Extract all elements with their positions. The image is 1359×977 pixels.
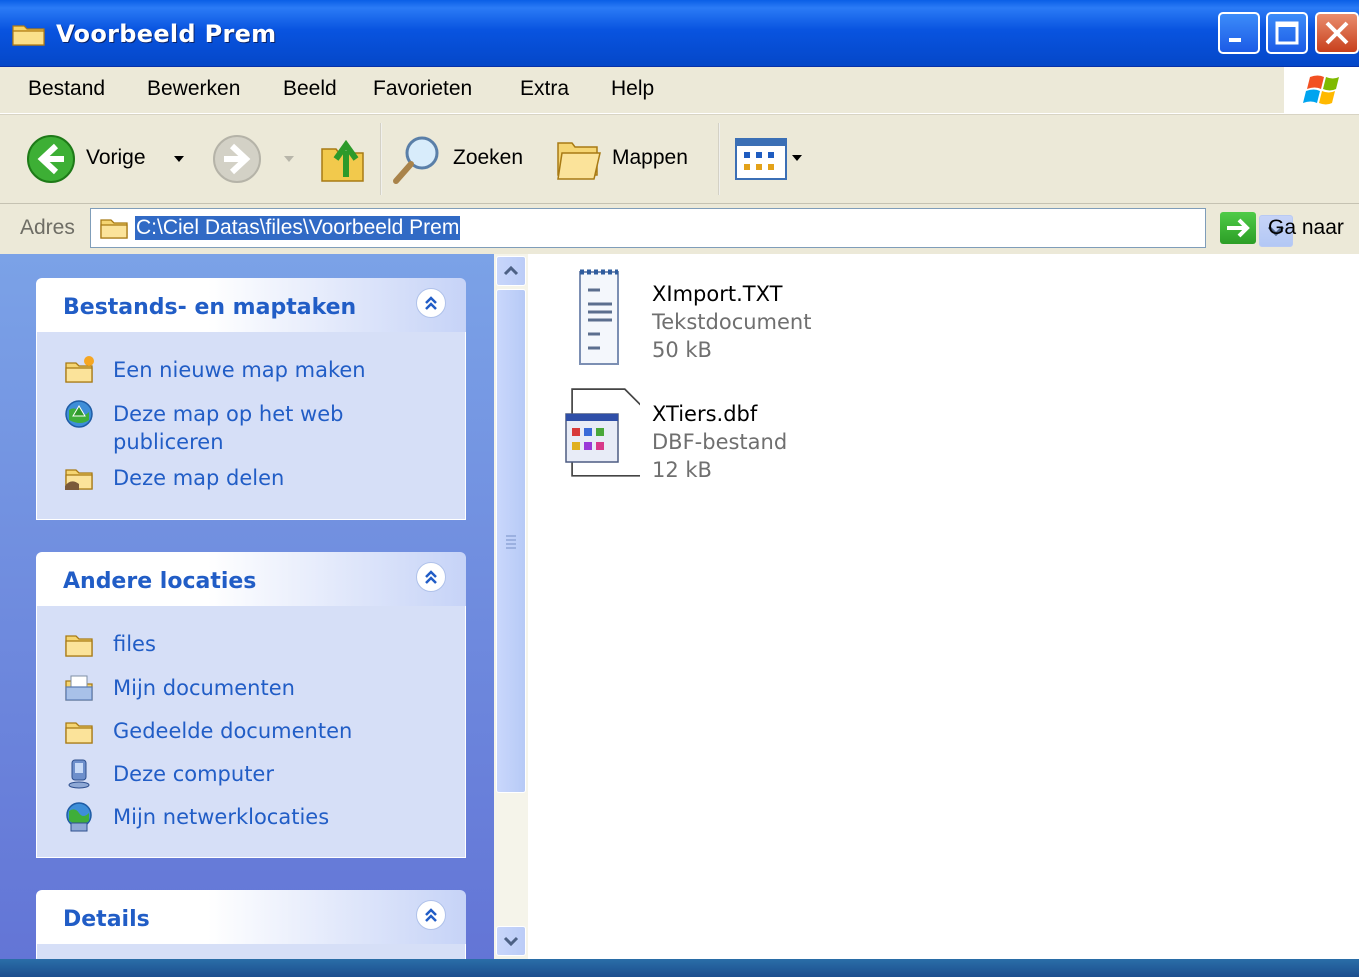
address-label: Adres <box>20 216 75 239</box>
menu-extra[interactable]: Extra <box>520 77 569 101</box>
vertical-scrollbar[interactable] <box>494 254 528 959</box>
close-button[interactable] <box>1315 12 1359 54</box>
folders-icon <box>557 142 601 180</box>
task-pane: Bestands- en maptaken Een nieuwe map mak… <box>0 254 494 959</box>
computer-icon <box>68 759 90 789</box>
maximize-button[interactable] <box>1266 12 1308 54</box>
folder-icon <box>65 722 93 744</box>
menu-beeld[interactable]: Beeld <box>283 77 337 101</box>
forward-button[interactable] <box>212 134 302 184</box>
window-title: Voorbeeld Prem <box>56 20 277 48</box>
back-button[interactable]: Vorige <box>26 134 196 184</box>
double-chevron-up-icon <box>425 908 437 922</box>
panel-title: Details <box>63 907 150 932</box>
forward-arrow-icon <box>213 135 261 183</box>
panel-header[interactable]: Andere locaties <box>36 552 466 606</box>
network-icon <box>66 802 92 832</box>
collapse-button[interactable] <box>416 900 446 930</box>
minimize-button[interactable] <box>1218 12 1260 54</box>
file-name: XImport.TXT <box>652 282 783 306</box>
toolbar-separator <box>718 123 720 195</box>
go-label: Ga naar <box>1268 216 1344 239</box>
other-places-panel: Andere locaties files Mijn documenten Ge… <box>36 552 466 858</box>
search-icon <box>393 136 439 184</box>
scroll-thumb[interactable] <box>496 289 526 793</box>
panel-body: files Mijn documenten Gedeelde documente… <box>36 606 466 858</box>
title-bar[interactable]: Voorbeeld Prem <box>0 0 1359 67</box>
details-panel: Details <box>36 890 466 959</box>
views-icon <box>735 138 802 180</box>
file-size: 12 kB <box>652 458 712 482</box>
panel-title: Andere locaties <box>63 569 257 594</box>
file-view[interactable]: XImport.TXT Tekstdocument 50 kB XTiers.d… <box>528 254 1359 959</box>
chevron-down-icon <box>174 156 184 162</box>
double-chevron-up-icon <box>425 296 437 310</box>
scroll-down-button[interactable] <box>496 926 526 956</box>
new-folder-icon <box>65 356 94 383</box>
folders-label: Mappen <box>612 146 688 169</box>
panel-header[interactable]: Bestands- en maptaken <box>36 278 466 332</box>
toolbar-separator <box>380 123 382 195</box>
windows-logo-icon <box>1284 67 1359 113</box>
desktop-taskbar-strip <box>0 959 1359 977</box>
collapse-button[interactable] <box>416 562 446 592</box>
back-arrow-icon <box>27 135 75 183</box>
double-chevron-up-icon <box>425 570 437 584</box>
folder-icon <box>100 219 128 239</box>
search-button[interactable]: Zoeken <box>390 133 540 185</box>
file-name: XTiers.dbf <box>652 402 758 426</box>
search-label: Zoeken <box>453 146 524 169</box>
back-label: Vorige <box>86 146 146 169</box>
go-button[interactable]: Ga naar <box>1218 210 1359 250</box>
panel-header[interactable]: Details <box>36 890 466 944</box>
file-type: DBF-bestand <box>652 430 788 454</box>
panel-title: Bestands- en maptaken <box>63 295 357 320</box>
go-arrow-icon <box>1220 212 1256 244</box>
chevron-up-icon <box>503 265 519 276</box>
folder-icon <box>65 635 93 657</box>
file-item[interactable]: XImport.TXT Tekstdocument 50 kB <box>550 264 950 374</box>
maximize-icon <box>1275 21 1299 45</box>
toolbar: Vorige Zoeken Mappen <box>0 114 1359 204</box>
folders-button[interactable]: Mappen <box>554 133 704 185</box>
address-bar: Adres C:\Ciel Datas\files\Voorbeeld Prem… <box>0 203 1359 254</box>
panel-body <box>36 944 466 959</box>
chevron-down-icon <box>284 156 294 162</box>
minimize-icon <box>1229 38 1241 42</box>
file-folder-tasks-panel: Bestands- en maptaken Een nieuwe map mak… <box>36 278 466 520</box>
views-button[interactable] <box>734 137 806 181</box>
text-document-icon <box>579 269 619 365</box>
menu-favorieten[interactable]: Favorieten <box>373 77 472 101</box>
folder-up-icon[interactable] <box>318 135 368 185</box>
close-icon <box>1325 21 1349 45</box>
publish-web-icon <box>65 400 93 428</box>
panel-body: Een nieuwe map maken Deze map op het web… <box>36 332 466 520</box>
address-value: C:\Ciel Datas\files\Voorbeeld Prem <box>135 216 461 240</box>
menu-bar: Bestand Bewerken Beeld Favorieten Extra … <box>0 67 1359 114</box>
file-size: 50 kB <box>652 338 712 362</box>
dbf-file-icon <box>565 388 640 477</box>
menu-bewerken[interactable]: Bewerken <box>147 77 240 101</box>
share-folder-icon <box>65 469 93 490</box>
menu-help[interactable]: Help <box>611 77 654 101</box>
folder-icon <box>12 25 45 46</box>
collapse-button[interactable] <box>416 288 446 318</box>
address-input[interactable]: C:\Ciel Datas\files\Voorbeeld Prem <box>90 208 1293 248</box>
file-item[interactable]: XTiers.dbf DBF-bestand 12 kB <box>550 384 950 494</box>
menu-bestand[interactable]: Bestand <box>28 77 105 101</box>
file-type: Tekstdocument <box>652 310 812 334</box>
scroll-up-button[interactable] <box>496 256 526 286</box>
grip-icon <box>506 535 516 549</box>
chevron-down-icon <box>503 936 519 947</box>
my-documents-icon <box>65 675 93 701</box>
